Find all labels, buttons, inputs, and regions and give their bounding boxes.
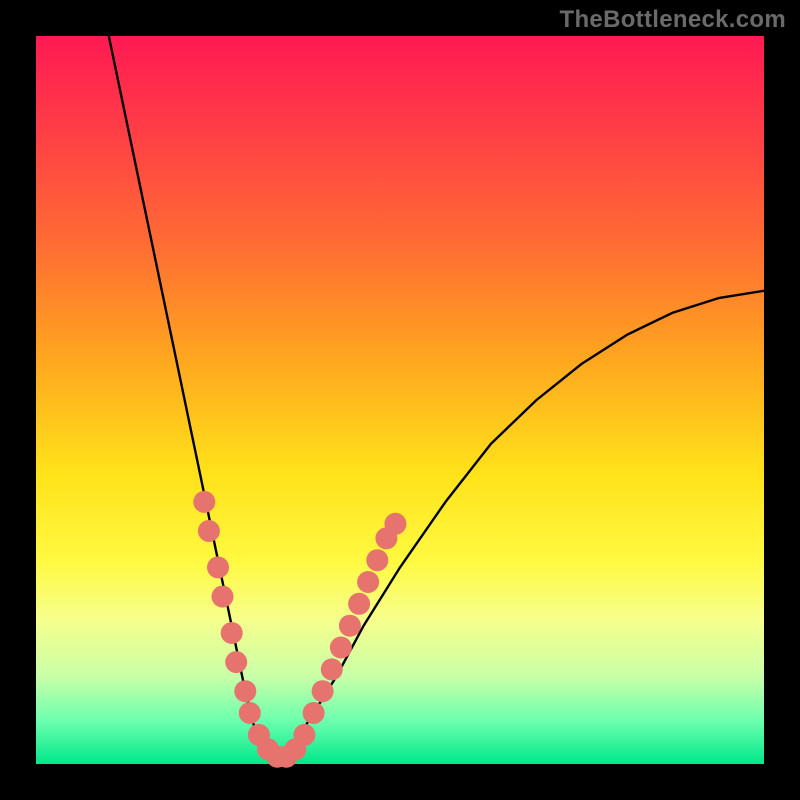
curve-marker — [357, 571, 379, 593]
curve-marker — [293, 724, 315, 746]
plot-area — [36, 36, 764, 764]
curve-marker — [339, 615, 361, 637]
bottleneck-curve-path — [109, 36, 764, 764]
curve-marker — [234, 680, 256, 702]
curve-marker — [321, 658, 343, 680]
curve-marker — [193, 491, 215, 513]
watermark-text: TheBottleneck.com — [560, 6, 786, 34]
curve-marker — [348, 593, 370, 615]
curve-marker — [312, 680, 334, 702]
curve-marker — [366, 549, 388, 571]
curve-marker — [239, 702, 261, 724]
curve-marker — [330, 637, 352, 659]
curve-marker — [384, 513, 406, 535]
curve-marker — [207, 556, 229, 578]
curve-marker — [225, 651, 247, 673]
chart-svg — [36, 36, 764, 764]
curve-marker — [221, 622, 243, 644]
curve-marker — [303, 702, 325, 724]
curve-marker — [212, 586, 234, 608]
marker-group — [193, 491, 406, 768]
chart-frame: TheBottleneck.com — [0, 0, 800, 800]
curve-marker — [198, 520, 220, 542]
